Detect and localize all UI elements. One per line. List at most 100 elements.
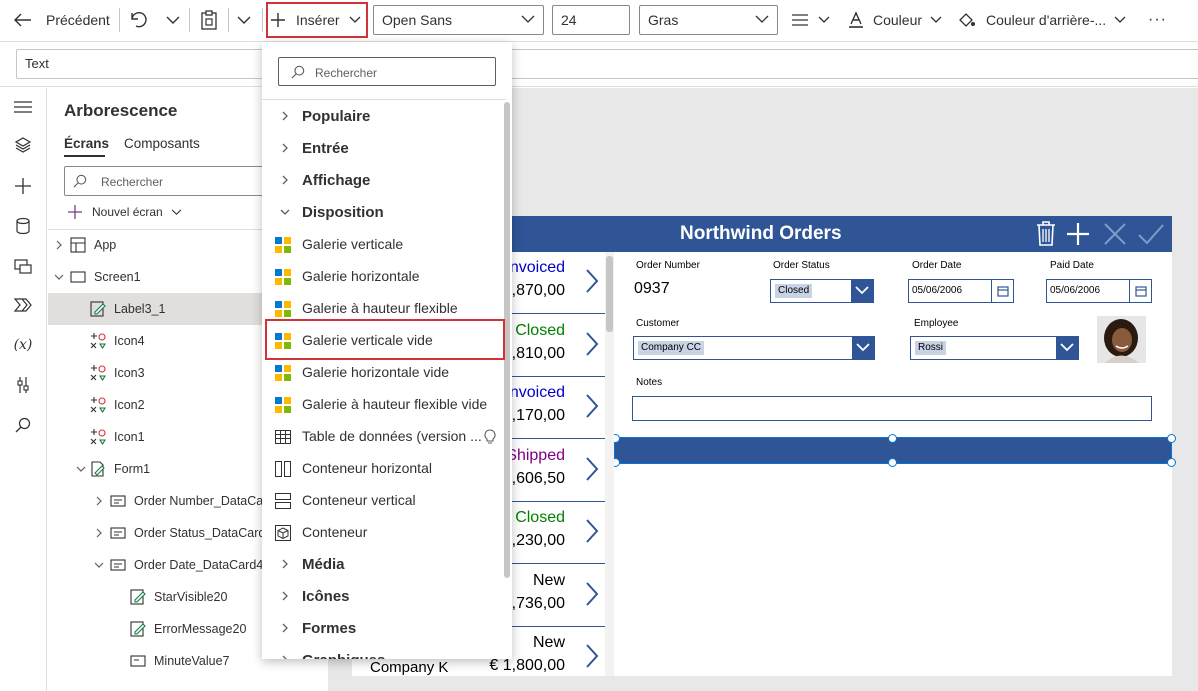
advanced-tools-icon[interactable]	[12, 374, 34, 396]
variables-icon[interactable]: (x)	[12, 334, 34, 356]
chevron-right-icon	[56, 240, 62, 250]
label-icon	[90, 301, 106, 317]
chevron-right-icon[interactable]	[585, 518, 599, 544]
gallery-icon	[275, 365, 291, 381]
chevron-right-icon	[282, 623, 288, 633]
chevron-down-icon	[1114, 16, 1126, 23]
gallery-scrollbar[interactable]	[605, 252, 614, 676]
checkmark-icon[interactable]	[1137, 222, 1165, 246]
chevron-right-icon[interactable]	[585, 268, 599, 294]
font-family-value: Open Sans	[382, 12, 453, 28]
property-input[interactable]: Text	[16, 49, 1198, 79]
resize-handle[interactable]	[1167, 434, 1176, 443]
chevron-down-icon	[280, 209, 290, 215]
tab-components[interactable]: Composants	[124, 136, 200, 151]
left-rail: (x)	[0, 88, 47, 691]
data-icon[interactable]	[12, 215, 34, 237]
form-icon	[91, 461, 105, 477]
menu-item-label: Table de données (version ...	[302, 428, 482, 444]
menu-item-galerie-verticale[interactable]: Galerie verticale	[262, 228, 504, 260]
color-button[interactable]: Couleur	[848, 0, 942, 40]
menu-item-conteneur-vertical[interactable]: Conteneur vertical	[262, 484, 504, 516]
menu-category-icones[interactable]: Icônes	[262, 580, 504, 612]
customer-dropdown[interactable]: Company CC	[633, 336, 875, 360]
paste-button[interactable]	[200, 0, 218, 40]
fill-color-icon	[959, 13, 975, 27]
employee-value: Rossi	[915, 341, 947, 355]
paid-date-picker[interactable]: 05/06/2006	[1046, 279, 1152, 303]
menu-category-affichage[interactable]: Affichage	[262, 164, 504, 196]
menu-item-label: Galerie horizontale	[302, 268, 420, 284]
font-weight-value: Gras	[648, 12, 679, 28]
chevron-right-icon	[96, 496, 102, 506]
background-color-button[interactable]: Couleur d'arrière-...	[958, 0, 1126, 40]
menu-item-conteneur-horizontal[interactable]: Conteneur horizontal	[262, 452, 504, 484]
label-icon	[130, 589, 146, 605]
resize-handle[interactable]	[888, 458, 897, 467]
clipboard-icon	[201, 10, 217, 30]
chevron-right-icon	[282, 175, 288, 185]
more-options-icon[interactable]: ···	[1148, 0, 1167, 40]
chevron-right-icon[interactable]	[585, 581, 599, 607]
menu-category-populaire[interactable]: Populaire	[262, 100, 504, 132]
horizontal-container-icon	[275, 461, 291, 477]
insert-icon[interactable]	[12, 175, 34, 197]
paid-date-value: 05/06/2006	[1050, 285, 1101, 296]
resize-handle[interactable]	[1167, 458, 1176, 467]
menu-item-table-de-donnees-version[interactable]: Table de données (version ...	[262, 420, 504, 452]
cancel-icon[interactable]	[1103, 222, 1127, 246]
search-icon[interactable]	[12, 414, 34, 436]
dropdown-control-icon	[130, 655, 146, 667]
item-highlight	[265, 319, 505, 360]
customer-name-text: Company K	[370, 659, 449, 676]
align-button[interactable]	[792, 0, 830, 40]
chevron-right-icon[interactable]	[585, 393, 599, 419]
menu-category-disposition[interactable]: Disposition	[262, 196, 504, 228]
chevron-right-icon[interactable]	[585, 331, 599, 357]
notes-input[interactable]	[632, 396, 1152, 421]
align-icon	[792, 14, 808, 26]
menu-category-entree[interactable]: Entrée	[262, 132, 504, 164]
tab-screens[interactable]: Écrans	[64, 136, 109, 151]
add-icon[interactable]	[1066, 222, 1090, 246]
order-date-picker[interactable]: 05/06/2006	[908, 279, 1014, 303]
menu-item-conteneur[interactable]: Conteneur	[262, 516, 504, 548]
resize-handle[interactable]	[888, 434, 897, 443]
chevron-right-icon[interactable]	[585, 456, 599, 482]
tree-view-icon[interactable]	[12, 134, 34, 156]
font-size-value: 24	[561, 12, 577, 28]
menu-item-label: Galerie horizontale vide	[302, 364, 450, 380]
chevron-right-icon	[282, 111, 288, 121]
chevron-right-icon[interactable]	[585, 643, 599, 669]
menu-category-graphiques[interactable]: Graphiques	[262, 644, 504, 659]
insert-highlight	[266, 2, 368, 38]
new-screen-button[interactable]: Nouvel écran	[68, 205, 182, 219]
font-family-select[interactable]: Open Sans	[373, 5, 544, 35]
employee-dropdown[interactable]: Rossi	[910, 336, 1079, 360]
back-button[interactable]: Précédent	[14, 0, 110, 40]
chevron-down-icon	[930, 16, 942, 23]
menu-item-galerie-horizontale-vide[interactable]: Galerie horizontale vide	[262, 356, 504, 388]
tree-search-input[interactable]: Rechercher	[64, 166, 284, 196]
menu-item-galerie-a-hauteur-flexible-vide[interactable]: Galerie à hauteur flexible vide	[262, 388, 504, 420]
undo-menu-chevron[interactable]	[166, 0, 180, 40]
app-icon	[70, 237, 86, 253]
insert-search-input[interactable]: Rechercher	[278, 57, 496, 86]
chevron-down-icon	[851, 280, 873, 302]
power-automate-icon[interactable]	[12, 294, 34, 316]
order-status-dropdown[interactable]: Closed	[770, 279, 874, 303]
menu-item-label: Galerie verticale	[302, 236, 404, 252]
font-size-input[interactable]: 24	[552, 5, 630, 35]
trash-icon[interactable]	[1035, 220, 1057, 246]
hamburger-menu-icon[interactable]	[12, 96, 34, 118]
paste-menu-chevron[interactable]	[237, 0, 251, 40]
font-weight-select[interactable]: Gras	[639, 5, 778, 35]
media-icon[interactable]	[12, 255, 34, 277]
menu-item-galerie-horizontale[interactable]: Galerie horizontale	[262, 260, 504, 292]
calendar-icon	[991, 280, 1013, 302]
menu-category-media[interactable]: Média	[262, 548, 504, 580]
order-status-text: Closed	[515, 321, 565, 339]
icon-control-icon	[90, 333, 106, 349]
menu-category-formes[interactable]: Formes	[262, 612, 504, 644]
undo-button[interactable]	[128, 0, 150, 40]
